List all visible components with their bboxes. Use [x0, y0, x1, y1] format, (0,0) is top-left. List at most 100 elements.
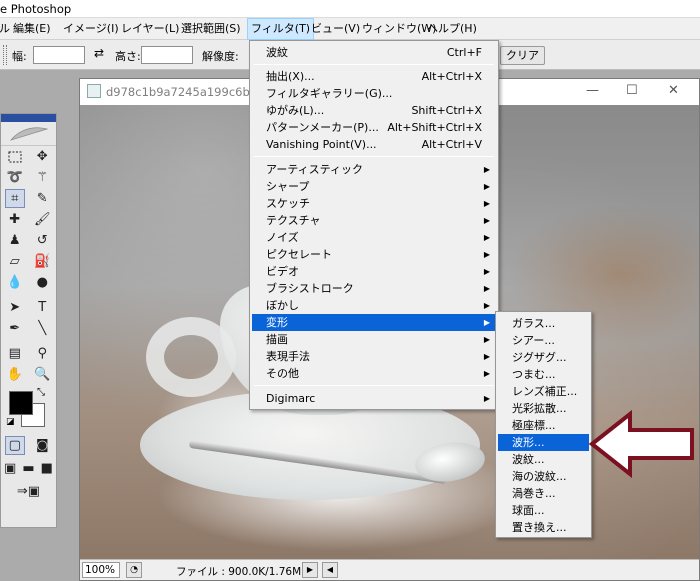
- marquee-icon[interactable]: [5, 147, 25, 166]
- filter-artistic[interactable]: アーティスティック ▶: [252, 161, 496, 178]
- zoom-field[interactable]: 100%: [82, 562, 120, 578]
- document-status-bar: 100% ◔ ファイル : 900.0K/1.76M ▶ ◀: [80, 559, 699, 580]
- paint-bucket-icon[interactable]: ⛽: [32, 252, 52, 271]
- app-title: e Photoshop: [0, 2, 72, 16]
- menu-select[interactable]: 選択範囲(S): [178, 18, 244, 40]
- crop-icon[interactable]: ⌗: [4, 189, 25, 208]
- distort-lens-correction[interactable]: レンズ補正...: [498, 383, 589, 400]
- screen-mode-menu-icon[interactable]: ▬: [21, 459, 35, 478]
- distort-ocean-ripple[interactable]: 海の波紋...: [498, 468, 589, 485]
- filter-sharpen[interactable]: シャープ ▶: [252, 178, 496, 195]
- minimize-icon[interactable]: —: [586, 83, 599, 98]
- type-icon[interactable]: T: [32, 298, 52, 317]
- distort-wave[interactable]: 波形...: [498, 434, 589, 451]
- swap-colors-icon[interactable]: ⤡: [37, 387, 45, 398]
- filter-extract[interactable]: 抽出(X)... Alt+Ctrl+X: [252, 68, 496, 85]
- menu-image[interactable]: イメージ(I): [60, 18, 122, 40]
- filter-gallery[interactable]: フィルタギャラリー(G)...: [252, 85, 496, 102]
- filter-blur[interactable]: ぼかし ▶: [252, 297, 496, 314]
- filter-render[interactable]: 描画 ▶: [252, 331, 496, 348]
- scroll-left-icon[interactable]: ◀: [322, 562, 338, 578]
- menu-item-label: 変形: [266, 316, 288, 329]
- toolbox-header[interactable]: [1, 114, 56, 122]
- distort-twirl[interactable]: 渦巻き...: [498, 485, 589, 502]
- line-icon[interactable]: ╲: [32, 319, 52, 338]
- menu-item-label: ビデオ: [266, 265, 299, 278]
- filter-stylize[interactable]: 表現手法 ▶: [252, 348, 496, 365]
- distort-shear[interactable]: シアー...: [498, 332, 589, 349]
- distort-ripple[interactable]: 波紋...: [498, 451, 589, 468]
- filter-last-ripple[interactable]: 波紋 Ctrl+F: [252, 44, 496, 61]
- distort-pinch[interactable]: つまむ...: [498, 366, 589, 383]
- slice-icon[interactable]: ✎: [32, 189, 52, 208]
- menu-item-label: ゆがみ(L)...: [266, 104, 325, 117]
- history-brush-icon[interactable]: ↺: [32, 231, 52, 250]
- menu-view[interactable]: ビュー(V): [308, 18, 363, 40]
- blur-icon[interactable]: 💧: [5, 273, 25, 292]
- foreground-color-swatch[interactable]: [9, 391, 33, 415]
- menu-separator: [254, 64, 494, 65]
- filter-vanishing-point[interactable]: Vanishing Point(V)... Alt+Ctrl+V: [252, 136, 496, 153]
- quick-mask-icon[interactable]: ◙: [32, 436, 52, 455]
- notes-icon[interactable]: ▤: [5, 344, 25, 363]
- filter-pixelate[interactable]: ピクセレート ▶: [252, 246, 496, 263]
- clone-stamp-icon[interactable]: ♟: [5, 231, 25, 250]
- filter-video[interactable]: ビデオ ▶: [252, 263, 496, 280]
- submenu-arrow-icon: ▶: [483, 250, 490, 259]
- zoom-icon[interactable]: 🔍: [32, 365, 52, 384]
- menu-filter[interactable]: フィルタ(T): [247, 18, 315, 40]
- filter-other[interactable]: その他 ▶: [252, 365, 496, 382]
- screen-mode-standard-icon[interactable]: ▣: [3, 459, 17, 478]
- standard-mode-icon[interactable]: ▢: [4, 435, 25, 455]
- width-label: 幅:: [12, 50, 27, 63]
- submenu-arrow-icon: ▶: [483, 165, 490, 174]
- lasso-icon[interactable]: ➰: [5, 168, 25, 187]
- menu-item-label: Digimarc: [266, 392, 316, 405]
- filter-texture[interactable]: テクスチャ ▶: [252, 212, 496, 229]
- eraser-icon[interactable]: ▱: [5, 252, 25, 271]
- filter-pattern-maker[interactable]: パターンメーカー(P)... Alt+Shift+Ctrl+X: [252, 119, 496, 136]
- hand-icon[interactable]: ✋: [5, 365, 25, 384]
- eyedropper-icon[interactable]: ⚲: [32, 344, 52, 363]
- distort-spherize[interactable]: 球面...: [498, 502, 589, 519]
- filter-liquify[interactable]: ゆがみ(L)... Shift+Ctrl+X: [252, 102, 496, 119]
- submenu-arrow-icon: ▶: [483, 233, 490, 242]
- status-menu-icon[interactable]: ▶: [302, 562, 318, 578]
- menu-layer[interactable]: レイヤー(L): [118, 18, 182, 40]
- distort-polar-coordinates[interactable]: 極座標...: [498, 417, 589, 434]
- height-field[interactable]: [141, 46, 193, 64]
- distort-zigzag[interactable]: ジグザグ...: [498, 349, 589, 366]
- swap-dimensions-icon[interactable]: ⇄: [94, 46, 104, 60]
- submenu-arrow-icon: ▶: [483, 267, 490, 276]
- dodge-icon[interactable]: ●: [32, 273, 52, 292]
- brush-icon[interactable]: 🖌: [32, 210, 52, 229]
- distort-submenu: ガラス... シアー... ジグザグ... つまむ... レンズ補正... 光彩…: [495, 311, 592, 538]
- options-grip[interactable]: [3, 45, 7, 65]
- clear-button[interactable]: クリア: [500, 46, 545, 65]
- menu-edit[interactable]: 編集(E): [10, 18, 54, 40]
- filter-distort[interactable]: 変形 ▶: [252, 314, 496, 331]
- filter-sketch[interactable]: スケッチ ▶: [252, 195, 496, 212]
- default-colors-icon[interactable]: ◪: [6, 417, 15, 427]
- distort-diffuse-glow[interactable]: 光彩拡散...: [498, 400, 589, 417]
- feather-logo-icon[interactable]: [1, 122, 56, 146]
- status-nav-icon[interactable]: ◔: [126, 562, 142, 578]
- move-icon[interactable]: ✥: [32, 147, 52, 166]
- distort-displace[interactable]: 置き換え...: [498, 519, 589, 536]
- filter-digimarc[interactable]: Digimarc ▶: [252, 390, 496, 407]
- jump-to-imageready-icon[interactable]: ⇒▣: [9, 482, 49, 501]
- width-field[interactable]: [33, 46, 85, 64]
- close-icon[interactable]: ✕: [668, 83, 679, 98]
- menu-help[interactable]: ヘルプ(H): [424, 18, 480, 40]
- healing-brush-icon[interactable]: ✚: [5, 210, 25, 229]
- distort-glass[interactable]: ガラス...: [498, 315, 589, 332]
- maximize-icon[interactable]: ☐: [626, 83, 638, 98]
- path-selection-icon[interactable]: ➤: [5, 298, 25, 317]
- menu-item-label: アーティスティック: [266, 163, 364, 176]
- magic-wand-icon[interactable]: ⚚: [32, 168, 52, 187]
- pen-icon[interactable]: ✒: [5, 319, 25, 338]
- filter-noise[interactable]: ノイズ ▶: [252, 229, 496, 246]
- menu-item-label: ピクセレート: [266, 248, 332, 261]
- filter-brush-strokes[interactable]: ブラシストローク ▶: [252, 280, 496, 297]
- screen-mode-full-icon[interactable]: ■: [40, 459, 54, 478]
